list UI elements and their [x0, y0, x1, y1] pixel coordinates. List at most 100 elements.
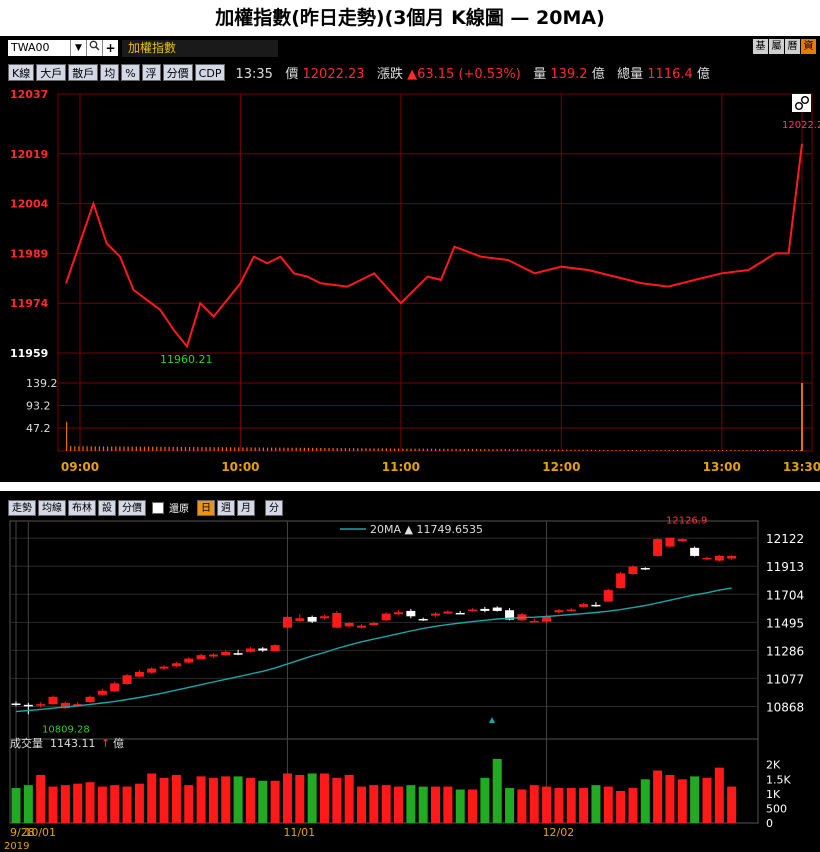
- volume-bar: [110, 785, 120, 823]
- volume-bar: [508, 449, 510, 451]
- volume-bar: [750, 450, 752, 451]
- volume-bar: [422, 448, 424, 451]
- volume-bar: [537, 449, 539, 451]
- volume-bar: [205, 447, 207, 451]
- volume-bar: [599, 449, 601, 451]
- volume-bar: [168, 446, 170, 451]
- candle-body: [529, 620, 539, 623]
- volume-bar: [74, 446, 76, 451]
- volume-bar: [566, 788, 576, 823]
- candle-body: [208, 654, 218, 657]
- volume-value: 1143.11: [50, 737, 96, 750]
- link-icon[interactable]: [792, 94, 811, 112]
- volume-bar: [307, 773, 317, 823]
- volume-bar: [275, 447, 277, 451]
- volume-bar: [23, 785, 33, 823]
- volume-bar: [348, 448, 351, 451]
- intraday-panel: TWA00 ▼ + 加權指數 基 屬 曆 資 K線 大戶 散戶 均 % 浮 分價…: [0, 36, 820, 482]
- candle-body: [665, 537, 675, 547]
- y-axis-label: 10868: [766, 700, 804, 714]
- volume-bar: [767, 450, 769, 451]
- volume-bar: [245, 777, 255, 823]
- volume-bar: [319, 773, 329, 823]
- volume-bar: [410, 448, 412, 451]
- volume-bar: [262, 447, 264, 451]
- volume-bar: [529, 785, 539, 823]
- volume-bar: [480, 449, 482, 451]
- volume-bar: [70, 446, 72, 451]
- volume-bar: [361, 448, 363, 451]
- high-price-label: 12126.9: [666, 516, 707, 527]
- volume-bar: [771, 450, 773, 451]
- volume-bar: [668, 450, 670, 451]
- volume-bar: [672, 450, 674, 451]
- volume-bar: [677, 779, 687, 823]
- y-axis-label: 11974: [10, 297, 49, 310]
- volume-bar: [468, 789, 478, 823]
- volume-bar: [221, 776, 231, 823]
- volume-bar: [652, 450, 654, 451]
- y-axis-label: 12019: [10, 148, 48, 161]
- volume-bar: [353, 448, 355, 451]
- volume-bar: [98, 446, 100, 451]
- candle-body: [431, 613, 441, 616]
- y-axis-label: 11077: [766, 672, 804, 686]
- volume-bar: [521, 449, 523, 451]
- volume-bar: [332, 777, 342, 823]
- volume-arrow: ↑: [101, 737, 110, 750]
- volume-bar: [254, 447, 256, 451]
- volume-bar: [381, 785, 391, 823]
- volume-bar: [628, 788, 638, 823]
- x-axis-label: 10:00: [221, 460, 259, 474]
- x-axis-label: 10/01: [24, 826, 56, 839]
- volume-bar: [779, 450, 781, 451]
- volume-bar: [754, 450, 756, 451]
- volume-bar: [603, 786, 613, 823]
- volume-bar: [504, 449, 506, 451]
- volume-bar: [616, 790, 626, 823]
- volume-bar: [517, 449, 519, 451]
- volume-bar: [180, 446, 182, 451]
- volume-bar: [566, 449, 568, 451]
- volume-bar: [221, 447, 223, 451]
- ma-legend-label: 20MA ▲ 11749.6535: [370, 523, 483, 536]
- volume-bar: [488, 449, 490, 451]
- volume-bar: [373, 448, 375, 451]
- volume-bar: [184, 785, 194, 823]
- volume-axis-label: 1K: [766, 788, 781, 801]
- volume-bar: [418, 786, 428, 823]
- candle-body: [628, 566, 638, 575]
- volume-bar: [492, 449, 494, 451]
- x-axis-label: 13:30: [783, 460, 820, 474]
- volume-bar: [455, 789, 465, 823]
- volume-bar: [660, 450, 662, 451]
- volume-bar: [209, 447, 211, 451]
- volume-bar: [291, 447, 293, 451]
- volume-bar: [545, 449, 547, 451]
- volume-bar: [172, 446, 174, 451]
- volume-bar: [303, 447, 305, 451]
- volume-bar: [541, 449, 543, 451]
- volume-bar: [484, 449, 486, 451]
- volume-bar: [681, 450, 683, 451]
- candle-body: [221, 651, 231, 656]
- volume-bar: [184, 446, 187, 451]
- volume-bar: [529, 449, 531, 451]
- volume-bar: [426, 448, 428, 451]
- candle-body: [159, 666, 169, 669]
- volume-bar: [496, 449, 498, 451]
- volume-bar: [418, 448, 420, 451]
- volume-bar: [266, 447, 269, 451]
- volume-bar: [176, 446, 178, 451]
- y-axis-label: 11989: [10, 247, 48, 260]
- volume-bar: [60, 785, 70, 823]
- candle-body: [579, 604, 589, 607]
- volume-bar: [357, 448, 359, 451]
- volume-bar: [603, 449, 605, 451]
- volume-bar: [48, 786, 58, 823]
- volume-bar: [500, 449, 502, 451]
- ma20-line: [15, 587, 732, 713]
- candle-body: [184, 658, 194, 663]
- volume-bar: [443, 448, 445, 451]
- volume-bar: [287, 447, 289, 451]
